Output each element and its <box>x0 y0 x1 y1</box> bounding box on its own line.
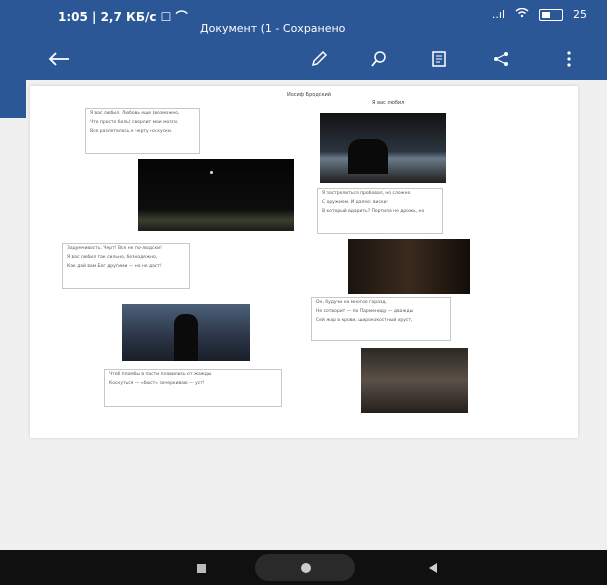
status-time: 1:05 | 2,7 КБ/с ☐ ⌒ <box>58 10 188 24</box>
text-line: Что просто боль) сверлит мои мозги. <box>90 120 179 125</box>
share-icon[interactable] <box>488 46 514 72</box>
document-page[interactable]: Иосиф Бродский Я вас любил Я вас любил. … <box>30 86 578 438</box>
text-box-3: Задумчивость. Черт! Все не по-людски! Я … <box>62 243 190 289</box>
text-line: С оружием. И далее: виски: <box>322 200 389 205</box>
text-line: Не сотворит — по Пармениду — дважды <box>316 309 414 314</box>
pencil-icon[interactable] <box>306 46 332 72</box>
text-line: Чтоб пломбы в пасти плавились от жажды <box>109 372 212 377</box>
back-arrow-icon[interactable] <box>46 46 72 72</box>
wifi-icon <box>515 7 529 21</box>
toolbar <box>0 38 607 80</box>
photo-screen <box>320 113 446 183</box>
text-line: В который вдарить? Портила не дрожь, но <box>322 209 425 214</box>
square-icon[interactable] <box>195 562 207 574</box>
search-icon[interactable] <box>366 46 392 72</box>
text-box-5: Чтоб пломбы в пасти плавились от жажды К… <box>104 369 282 407</box>
document-title: Документ (1 - Сохранено <box>200 22 346 35</box>
book-icon[interactable] <box>426 46 452 72</box>
text-box-1: Я вас любил. Любовь еще (возможно, Что п… <box>85 108 200 154</box>
text-line: Я застрелиться пробовал, но сложно <box>322 191 411 196</box>
home-icon[interactable] <box>298 560 314 576</box>
author-line: Иосиф Бродский <box>287 92 332 98</box>
text-line: Все разлетелось к черту на куски. <box>90 129 173 134</box>
poem-title: Я вас любил <box>372 100 405 106</box>
text-box-2: Я застрелиться пробовал, но сложно С ору… <box>317 188 443 234</box>
text-line: Как дай вам Бог другими — но не даст! <box>67 264 162 269</box>
text-line: Сей жар в крови, ширококостный хруст, <box>316 318 413 323</box>
text-line: Коснуться — «бюст» зачеркиваю — уст! <box>109 381 205 386</box>
battery-icon <box>539 8 563 21</box>
side-accent <box>0 80 26 118</box>
text-line: Я вас любил. Любовь еще (возможно, <box>90 111 180 116</box>
photo-night <box>138 159 294 231</box>
back-triangle-icon[interactable] <box>426 561 440 575</box>
battery-level: 25 <box>573 8 587 21</box>
status-right: ..ıl 25 <box>491 7 587 21</box>
text-line: Я вас любил так сильно, безнадежно, <box>67 255 158 260</box>
more-icon[interactable] <box>556 46 582 72</box>
signal-icon: ..ıl <box>491 8 505 21</box>
system-navbar <box>0 550 607 585</box>
text-line: Он, будучи на многое горазд, <box>316 300 387 305</box>
text-box-4: Он, будучи на многое горазд, Не сотворит… <box>311 297 451 341</box>
text-line: Задумчивость. Черт! Все не по-людски! <box>67 246 162 251</box>
photo-hands <box>348 239 470 294</box>
photo-silhouette <box>122 304 250 361</box>
photo-room <box>361 348 468 413</box>
status-bar: 1:05 | 2,7 КБ/с ☐ ⌒ Документ (1 - Сохран… <box>0 0 607 38</box>
